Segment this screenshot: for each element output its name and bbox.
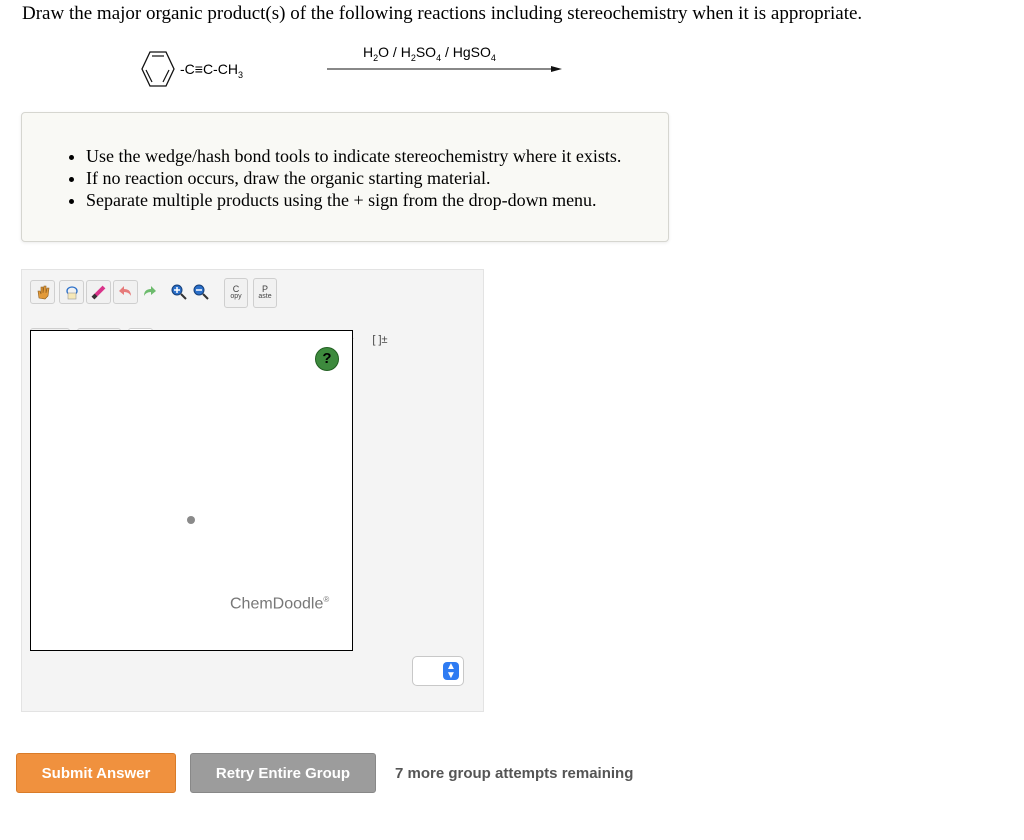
canvas-dot (187, 516, 195, 524)
instructions-box: Use the wedge/hash bond tools to indicat… (21, 112, 669, 242)
chemdoodle-editor: C opy P aste C▼ ⊕▼ ▼ ▼ [ ]± ? ChemDoodle… (21, 269, 484, 712)
paste-button-letter: P (261, 284, 268, 294)
copy-button-letter: C (232, 284, 240, 294)
hand-icon[interactable] (30, 280, 55, 304)
instructions-list: Use the wedge/hash bond tools to indicat… (22, 145, 621, 211)
paste-button-suffix: aste (258, 293, 272, 300)
lasso-icon-glyph (65, 286, 78, 300)
eraser-icon[interactable] (86, 280, 111, 304)
copy-button[interactable]: C opy (224, 278, 248, 308)
attempts-remaining: 7 more group attempts remaining (395, 765, 634, 782)
reaction-arrow-head (551, 66, 562, 72)
hand-icon-glyph (37, 285, 49, 300)
retry-group-button[interactable]: Retry Entire Group (190, 753, 376, 793)
redo-icon[interactable] (138, 280, 160, 304)
zoom-in-icon[interactable] (168, 280, 190, 304)
bracket-tool[interactable]: [ ]± (368, 328, 392, 352)
instruction-item: Separate multiple products using the + s… (86, 189, 621, 211)
question-text: Draw the major organic product(s) of the… (22, 3, 863, 24)
instruction-item: Use the wedge/hash bond tools to indicat… (86, 145, 621, 167)
paste-button[interactable]: P aste (253, 278, 277, 308)
submit-answer-button[interactable]: Submit Answer (16, 753, 176, 793)
reaction-scheme: -C≡C-CH3 H2O / H2SO4 / HgSO4 (120, 40, 580, 100)
zoom-in-icon-glyph (171, 284, 187, 300)
zoom-out-icon-glyph (193, 284, 209, 300)
undo-icon[interactable] (113, 280, 138, 304)
brand-mark: ® (323, 595, 330, 604)
reagent-label: H2O / H2SO4 / HgSO4 (363, 44, 496, 63)
chemdoodle-logo: ChemDoodle® (230, 595, 329, 613)
help-button[interactable]: ? (315, 347, 339, 371)
product-separator-select[interactable]: ▲ ▼ (412, 656, 464, 686)
instruction-item: If no reaction occurs, draw the organic … (86, 167, 621, 189)
copy-button-suffix: opy (230, 293, 242, 300)
undo-icon-glyph (118, 286, 131, 296)
lasso-icon[interactable] (59, 280, 84, 304)
redo-icon-glyph (144, 286, 156, 296)
benzene-ring (141, 51, 175, 87)
bracket-icon: [ ]± (372, 334, 388, 346)
eraser-icon-glyph (91, 285, 105, 300)
select-arrows-icon: ▲ ▼ (443, 662, 459, 681)
alkyne-substituent: -C≡C-CH3 (180, 61, 243, 80)
brand-name: ChemDoodle (230, 595, 324, 613)
drawing-canvas[interactable]: ? ChemDoodle® (30, 330, 353, 651)
zoom-out-icon[interactable] (190, 280, 212, 304)
